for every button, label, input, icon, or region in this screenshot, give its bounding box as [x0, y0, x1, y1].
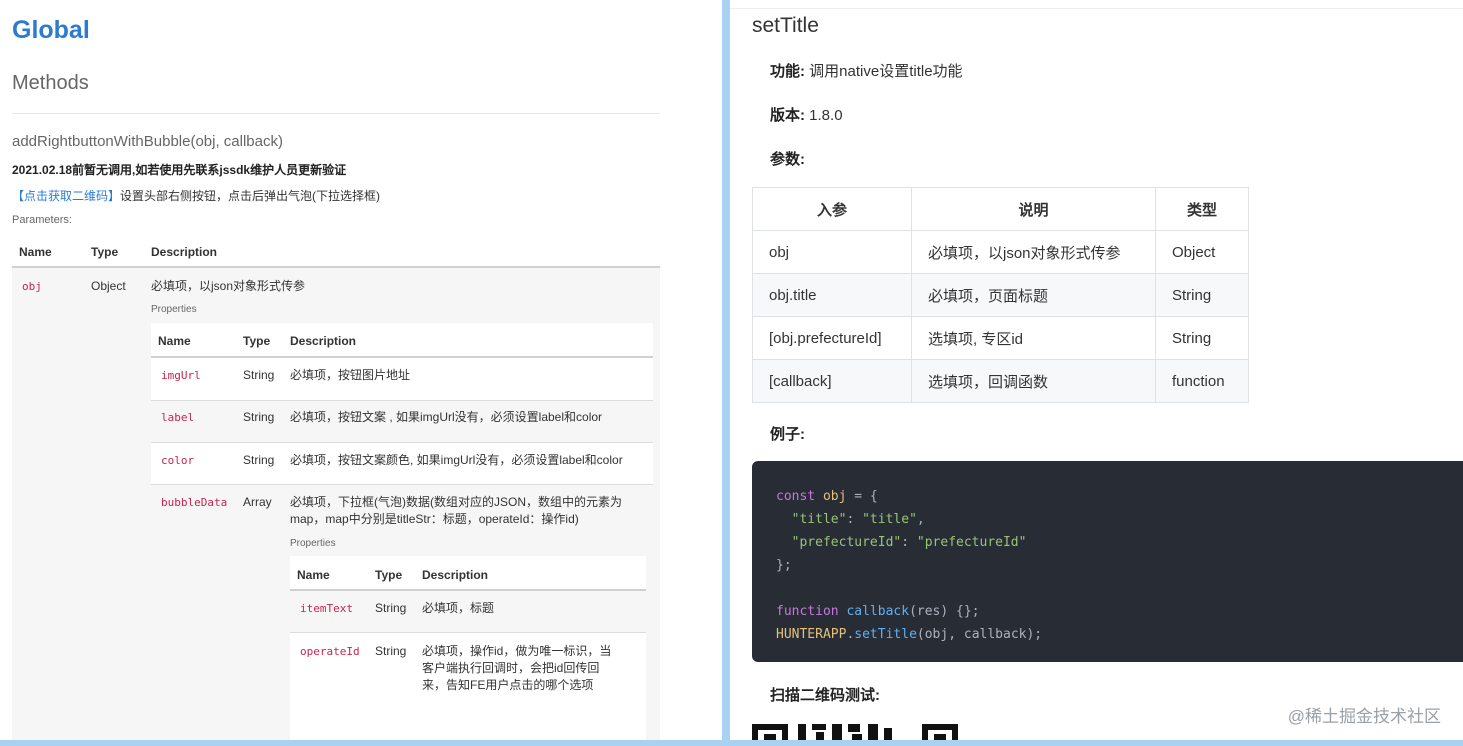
- cell-param: obj: [752, 230, 912, 274]
- properties-label: Properties: [290, 538, 336, 549]
- qrcode-image: [752, 724, 958, 740]
- prop-desc-operateid-1: 必填项，操作id，做为唯一标识，当: [422, 644, 612, 658]
- properties-label: Properties: [151, 304, 197, 315]
- param-name-obj: obj: [22, 280, 42, 293]
- header-type: Type: [91, 245, 119, 259]
- params-table: 入参 说明 类型 obj 必填项，以json对象形式传参 Object obj.…: [752, 187, 1249, 403]
- prop-type-color: String: [243, 453, 275, 467]
- sub-header-description: Description: [290, 334, 357, 348]
- cell-type: Object: [1155, 230, 1249, 274]
- prop-desc-itemtext: 必填项，标题: [422, 601, 495, 615]
- scan-line: 扫描二维码测试:: [770, 684, 880, 705]
- table-header-row: 入参 说明 类型: [752, 187, 1249, 231]
- th-type: 类型: [1155, 187, 1249, 231]
- example-label: 例子:: [770, 426, 805, 443]
- prop-type-itemtext: String: [375, 601, 407, 615]
- method-description: 【点击获取二维码】设置头部右侧按钮，点击后弹出气泡(下拉选择框): [12, 187, 380, 204]
- prop-desc-label: 必填项，按钮文案 , 如果imgUrl没有，必须设置label和color: [290, 410, 603, 424]
- section-heading: Methods: [12, 72, 89, 94]
- th-param: 入参: [752, 187, 912, 231]
- params-line: 参数:: [770, 148, 805, 169]
- cell-type: String: [1155, 316, 1249, 360]
- feature-line: 功能: 调用native设置title功能: [770, 60, 963, 81]
- prop-desc-operateid-2: 客户端执行回调时，会把id回传回: [422, 661, 600, 675]
- prop-desc-imgurl: 必填项，按钮图片地址: [290, 368, 411, 382]
- prop-name-imgurl: imgUrl: [161, 369, 201, 382]
- header-name: Name: [19, 245, 52, 259]
- th-desc: 说明: [911, 187, 1156, 231]
- sub-header-name: Name: [158, 334, 191, 348]
- cell-param: obj.title: [752, 273, 912, 317]
- subsub-header-type: Type: [375, 568, 403, 582]
- code-example[interactable]: const obj = { "title": "title", "prefect…: [752, 461, 1463, 662]
- cell-param: [obj.prefectureId]: [752, 316, 912, 360]
- sub-header-type: Type: [243, 334, 271, 348]
- param-desc-obj: 必填项，以json对象形式传参: [151, 279, 306, 293]
- row-divider: [151, 442, 653, 443]
- watermark: @稀土掘金技术社区: [1287, 707, 1441, 726]
- version-value: 1.8.0: [809, 107, 843, 124]
- version-label: 版本:: [770, 107, 805, 124]
- prop-desc-bubbledata-2: map，map中分别是titleStr：标题，operateId：操作id): [290, 512, 579, 526]
- cell-desc: 选填项，回调函数: [911, 359, 1156, 403]
- scan-label: 扫描二维码测试:: [770, 687, 880, 704]
- cell-param: [callback]: [752, 359, 912, 403]
- param-type-obj: Object: [91, 279, 126, 293]
- cell-type: String: [1155, 273, 1249, 317]
- prop-name-bubbledata: bubbleData: [161, 496, 228, 509]
- sub-header-rule: [151, 356, 653, 358]
- prop-name-itemtext: itemText: [300, 602, 353, 615]
- row-divider: [290, 632, 646, 633]
- api-title: setTitle: [752, 14, 819, 37]
- prop-desc-operateid-3: 来，告知FE用户点击的哪个选项: [422, 678, 594, 692]
- api-doc-panel: setTitle 功能: 调用native设置title功能 版本: 1.8.0…: [730, 0, 1463, 740]
- table-row: [obj.prefectureId] 选填项, 专区id String: [752, 316, 1249, 360]
- prop-name-color: color: [161, 454, 195, 467]
- prop-type-imgurl: String: [243, 368, 275, 382]
- prop-desc-color: 必填项，按钮文案颜色, 如果imgUrl没有，必须设置label和color: [290, 453, 623, 467]
- top-divider: [730, 8, 1463, 9]
- qrcode-link[interactable]: 【点击获取二维码】: [12, 189, 120, 203]
- header-description: Description: [151, 245, 218, 259]
- feature-value: 调用native设置title功能: [809, 63, 963, 80]
- subsub-header-description: Description: [422, 568, 489, 582]
- cell-type: function: [1155, 359, 1249, 403]
- jsdoc-panel: Global Methods addRightbuttonWithBubble(…: [0, 0, 722, 740]
- table-row: [callback] 选填项，回调函数 function: [752, 359, 1249, 403]
- table-row: obj.title 必填项，页面标题 String: [752, 273, 1249, 317]
- params-label: 参数:: [770, 151, 805, 168]
- prop-type-operateid: String: [375, 644, 407, 658]
- prop-name-operateid: operateId: [300, 645, 360, 658]
- method-note: 2021.02.18前暂无调用,如若使用先联系jssdk维护人员更新验证: [12, 163, 347, 177]
- prop-name-label: label: [161, 411, 195, 424]
- prop-type-label: String: [243, 410, 275, 424]
- parameters-label: Parameters:: [12, 214, 72, 226]
- cell-desc: 必填项，页面标题: [911, 273, 1156, 317]
- description-text: 设置头部右侧按钮，点击后弹出气泡(下拉选择框): [120, 189, 381, 203]
- table-row: obj 必填项，以json对象形式传参 Object: [752, 230, 1249, 274]
- page-title[interactable]: Global: [12, 16, 90, 45]
- method-signature: addRightbuttonWithBubble(obj, callback): [12, 133, 283, 150]
- divider: [12, 113, 660, 114]
- feature-label: 功能:: [770, 63, 805, 80]
- version-line: 版本: 1.8.0: [770, 104, 843, 125]
- subsub-header-name: Name: [297, 568, 330, 582]
- prop-type-bubbledata: Array: [243, 495, 272, 509]
- cell-desc: 选填项, 专区id: [911, 316, 1156, 360]
- example-line: 例子:: [770, 423, 805, 444]
- cell-desc: 必填项，以json对象形式传参: [911, 230, 1156, 274]
- prop-desc-bubbledata-1: 必填项，下拉框(气泡)数据(数组对应的JSON，数组中的元素为: [290, 495, 622, 509]
